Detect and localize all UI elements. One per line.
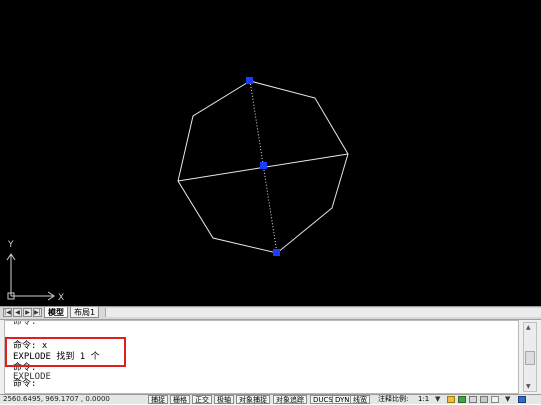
scale-dropdown-icon[interactable]: ▼ xyxy=(435,395,440,404)
workspace-icon[interactable] xyxy=(469,396,477,403)
ucs-y-label: Y xyxy=(7,240,14,250)
annotation-scale-label: 注释比例: xyxy=(378,395,409,403)
first-tab-button[interactable]: |◀ xyxy=(3,308,12,317)
auto-scale-icon[interactable] xyxy=(458,396,466,403)
status-bar: 2560.6495, 969.1707 , 0.0000 捕捉 栅格 正交 极轴… xyxy=(0,394,541,404)
horizontal-scrollbar[interactable] xyxy=(105,308,541,317)
command-prompt[interactable]: 命令: xyxy=(13,379,36,390)
tab-layout1[interactable]: 布局1 xyxy=(70,307,100,318)
prev-tab-button[interactable]: ◀ xyxy=(13,308,22,317)
drawing-svg: Y X xyxy=(6,77,349,303)
toggle-polar[interactable]: 极轴 xyxy=(214,395,234,404)
toggle-lineweight[interactable]: 线宽 xyxy=(350,395,370,404)
annotation-visibility-icon[interactable] xyxy=(447,396,455,403)
command-window: 命令: 命令: x EXPLODE 找到 1 个 命令: EXPLODE 命令:… xyxy=(0,319,541,394)
toggle-ortho[interactable]: 正交 xyxy=(192,395,212,404)
scroll-up-icon[interactable]: ▲ xyxy=(526,324,531,331)
grip-bottom[interactable] xyxy=(273,249,280,256)
toggle-grid[interactable]: 栅格 xyxy=(170,395,190,404)
layout-tabs: |◀ ◀ ▶ ▶| 模型 布局1 xyxy=(0,306,541,319)
annotation-scale-value[interactable]: 1:1 xyxy=(418,395,429,404)
lock-icon[interactable] xyxy=(480,396,488,403)
highlight-box xyxy=(5,337,126,367)
grip-top[interactable] xyxy=(246,77,253,84)
ucs-icon xyxy=(6,253,55,301)
command-line-1: 命令: xyxy=(13,320,37,327)
clean-screen-icon[interactable] xyxy=(518,396,526,403)
toggle-otrack[interactable]: 对象追踪 xyxy=(273,395,307,404)
toggle-snap[interactable]: 捕捉 xyxy=(148,395,168,404)
drawing-canvas[interactable]: Y X xyxy=(0,0,541,306)
next-tab-button[interactable]: ▶ xyxy=(23,308,32,317)
grip-mid[interactable] xyxy=(260,162,267,169)
scroll-thumb[interactable] xyxy=(525,351,535,365)
status-menu-icon[interactable]: ▼ xyxy=(505,395,510,404)
scroll-down-icon[interactable]: ▼ xyxy=(526,383,531,390)
coordinate-readout: 2560.6495, 969.1707 , 0.0000 xyxy=(3,395,110,403)
toolbar-lock-icon[interactable] xyxy=(491,396,499,403)
command-scrollbar[interactable]: ▲ ▼ xyxy=(523,322,537,392)
tab-model[interactable]: 模型 xyxy=(44,307,68,318)
last-tab-button[interactable]: ▶| xyxy=(33,308,42,317)
toggle-osnap[interactable]: 对象捕捉 xyxy=(236,395,270,404)
ucs-x-label: X xyxy=(58,293,64,303)
